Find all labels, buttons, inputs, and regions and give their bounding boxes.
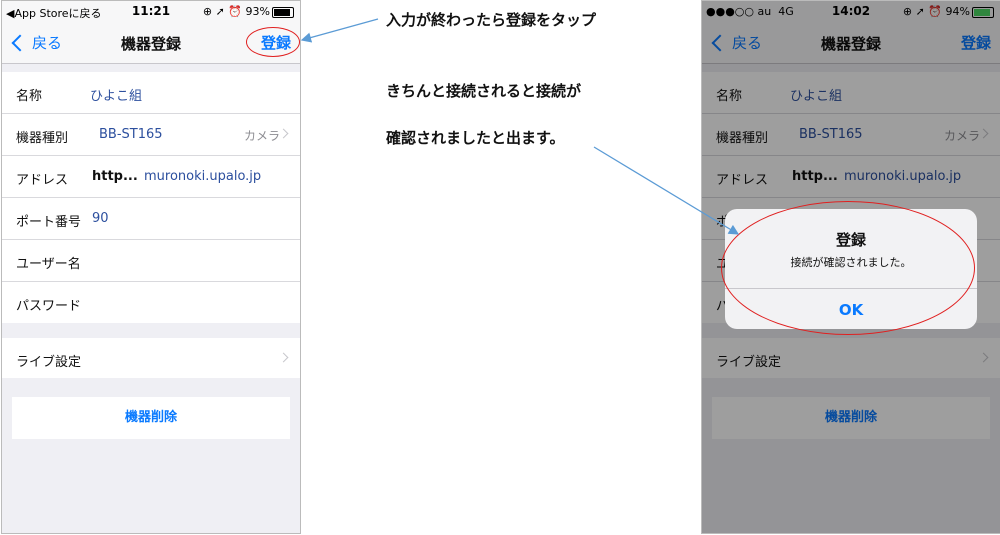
arrow-to-register — [300, 18, 379, 43]
arrow-to-alert — [593, 146, 740, 235]
annotation-arrows — [300, 18, 740, 235]
